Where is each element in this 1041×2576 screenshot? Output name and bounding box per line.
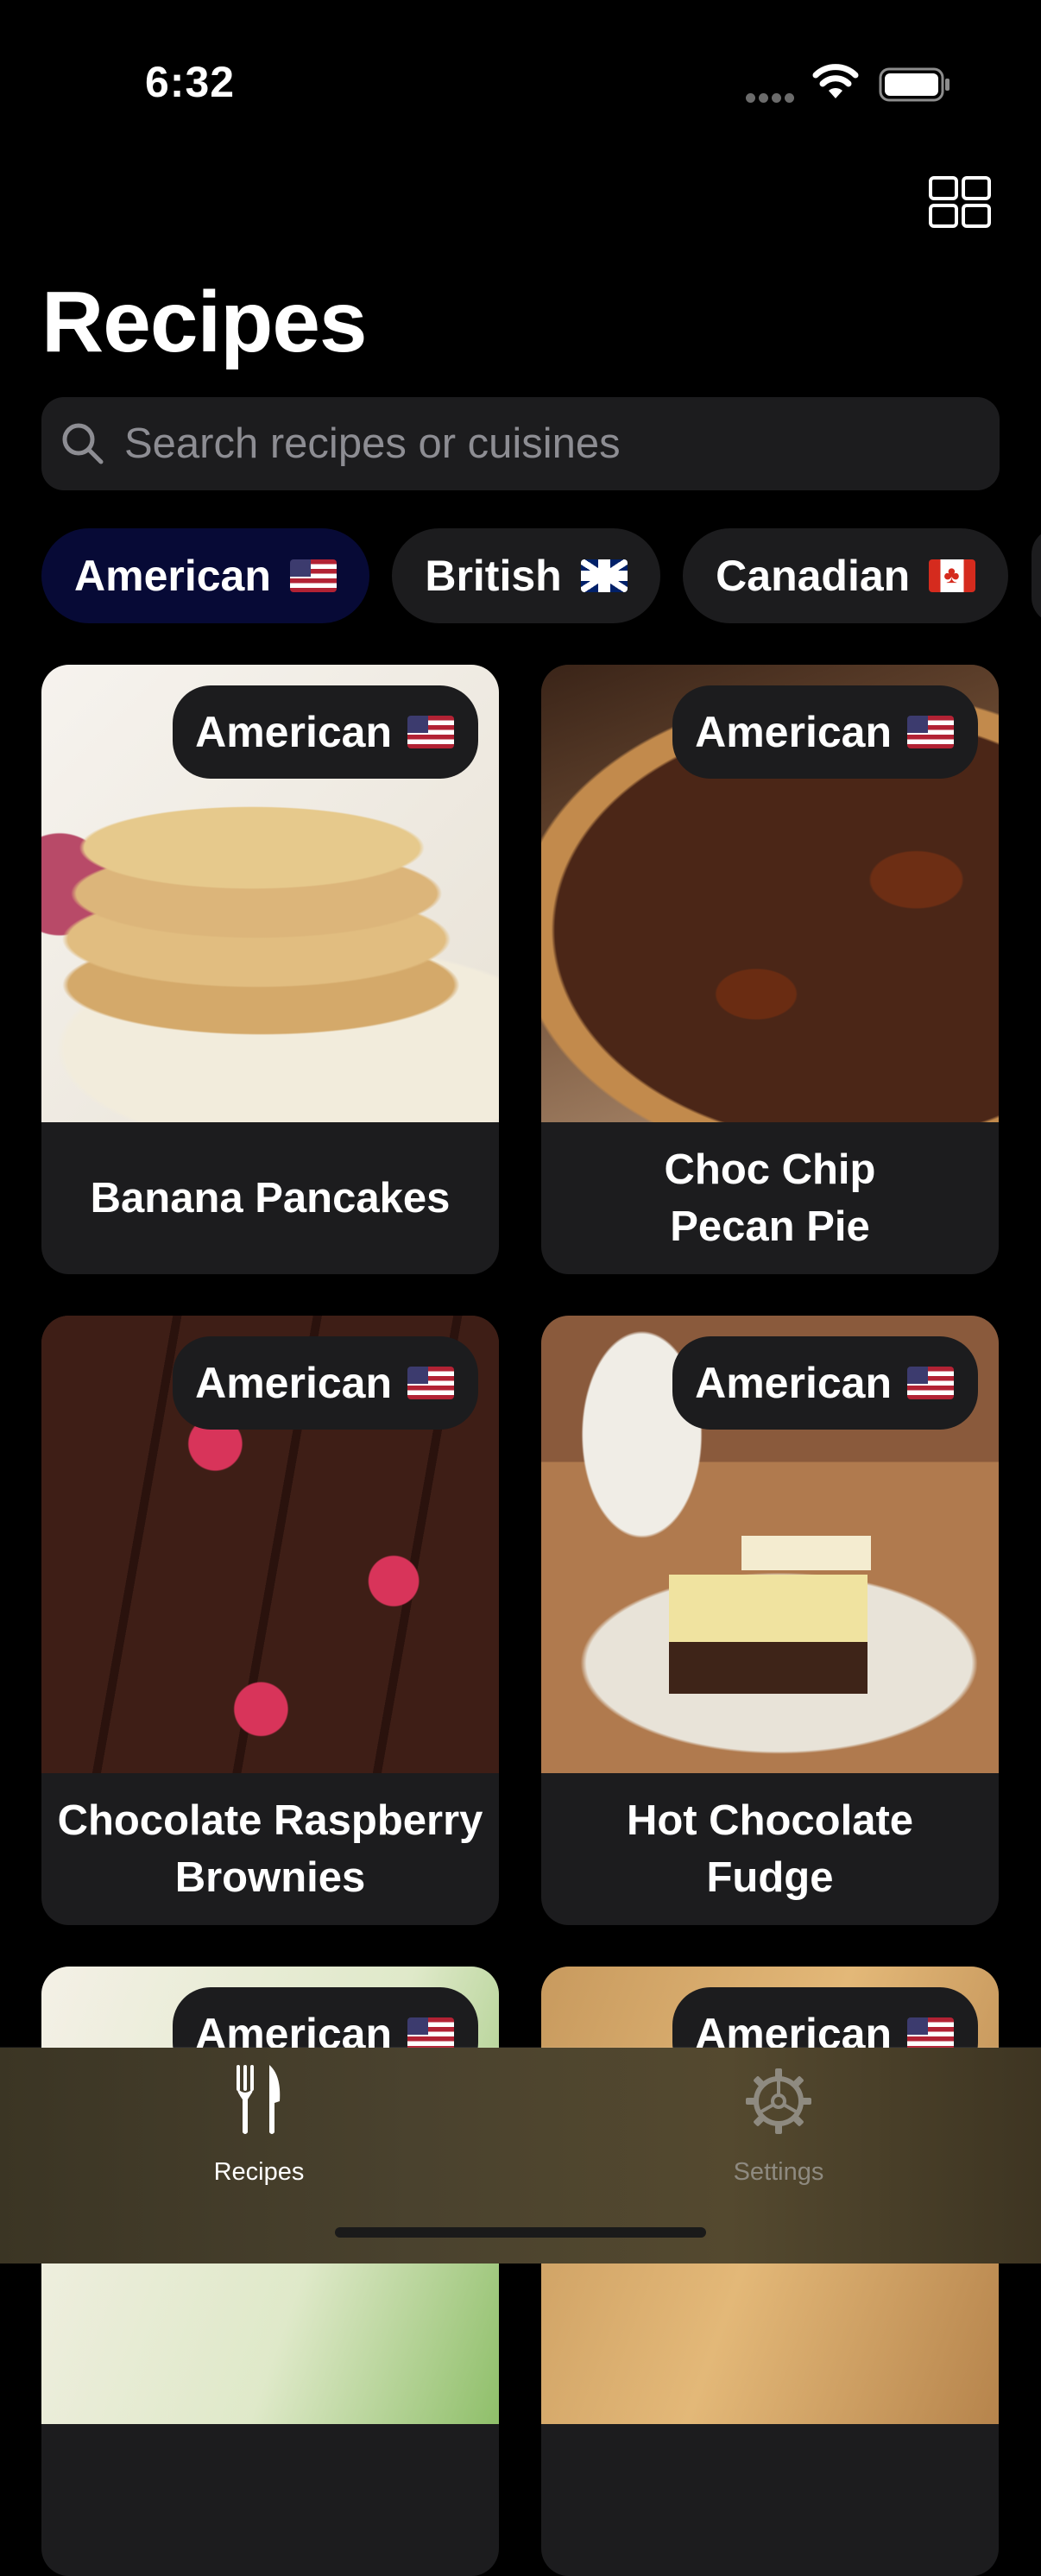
tab-label: Settings: [733, 2158, 824, 2186]
cuisine-badge: American: [672, 1336, 978, 1430]
chip-label: British: [425, 552, 562, 600]
recipe-card-choc-chip-pecan-pie[interactable]: American Choc Chip Pecan Pie: [541, 665, 999, 1274]
status-bar: 6:32: [0, 0, 1041, 164]
recipe-card-hot-chocolate-fudge[interactable]: American Hot Chocolate Fudge: [541, 1316, 999, 1925]
cuisine-filter-bar: American British Canadian: [41, 528, 1041, 623]
filter-chip-more[interactable]: [1031, 528, 1041, 623]
home-indicator[interactable]: [335, 2227, 706, 2238]
ca-flag-icon: [929, 559, 976, 592]
cuisine-badge: American: [672, 685, 978, 779]
fork-knife-icon: [237, 2065, 281, 2134]
us-flag-icon: [407, 1367, 454, 1399]
chip-label: American: [74, 552, 271, 600]
us-flag-icon: [907, 1367, 954, 1399]
cellular-signal-icon: [746, 92, 798, 107]
us-flag-icon: [289, 559, 337, 592]
badge-label: American: [695, 708, 892, 756]
badge-label: American: [195, 708, 392, 756]
tab-label: Recipes: [213, 2158, 305, 2186]
search-input[interactable]: [123, 419, 989, 469]
gear-icon: [746, 2068, 811, 2134]
tab-settings[interactable]: Settings: [649, 2055, 908, 2193]
recipe-title: Hot Chocolate Fudge: [626, 1797, 914, 1901]
chip-label: Canadian: [716, 552, 911, 600]
recipe-card-banana-pancakes[interactable]: American Banana Pancakes: [41, 665, 499, 1274]
us-flag-icon: [907, 716, 954, 748]
us-flag-icon: [407, 716, 454, 748]
wifi-icon: [812, 64, 859, 98]
us-flag-icon: [407, 2017, 454, 2050]
search-icon: [62, 423, 104, 464]
gb-flag-icon: [580, 559, 628, 592]
cuisine-badge: American: [173, 1336, 478, 1430]
recipe-title: Choc Chip Pecan Pie: [664, 1146, 876, 1250]
filter-chip-american[interactable]: American: [41, 528, 369, 623]
status-time: 6:32: [145, 58, 236, 106]
badge-label: American: [195, 1359, 392, 1407]
recipe-title: Chocolate Raspberry Brownies: [57, 1797, 483, 1901]
recipe-card-chocolate-raspberry-brownies[interactable]: American Chocolate Raspberry Brownies: [41, 1316, 499, 1925]
us-flag-icon: [907, 2017, 954, 2050]
tab-bar: Recipes Settings: [0, 2048, 1041, 2263]
cuisine-badge: American: [173, 685, 478, 779]
search-bar[interactable]: [41, 397, 1000, 490]
page-title: Recipes: [41, 274, 368, 370]
badge-label: American: [695, 1359, 892, 1407]
tab-recipes[interactable]: Recipes: [129, 2055, 388, 2193]
filter-chip-british[interactable]: British: [392, 528, 660, 623]
recipe-title: Banana Pancakes: [90, 1175, 451, 1222]
filter-chip-canadian[interactable]: Canadian: [683, 528, 1009, 623]
grid-view-icon[interactable]: [929, 176, 991, 228]
battery-icon: [879, 67, 950, 102]
